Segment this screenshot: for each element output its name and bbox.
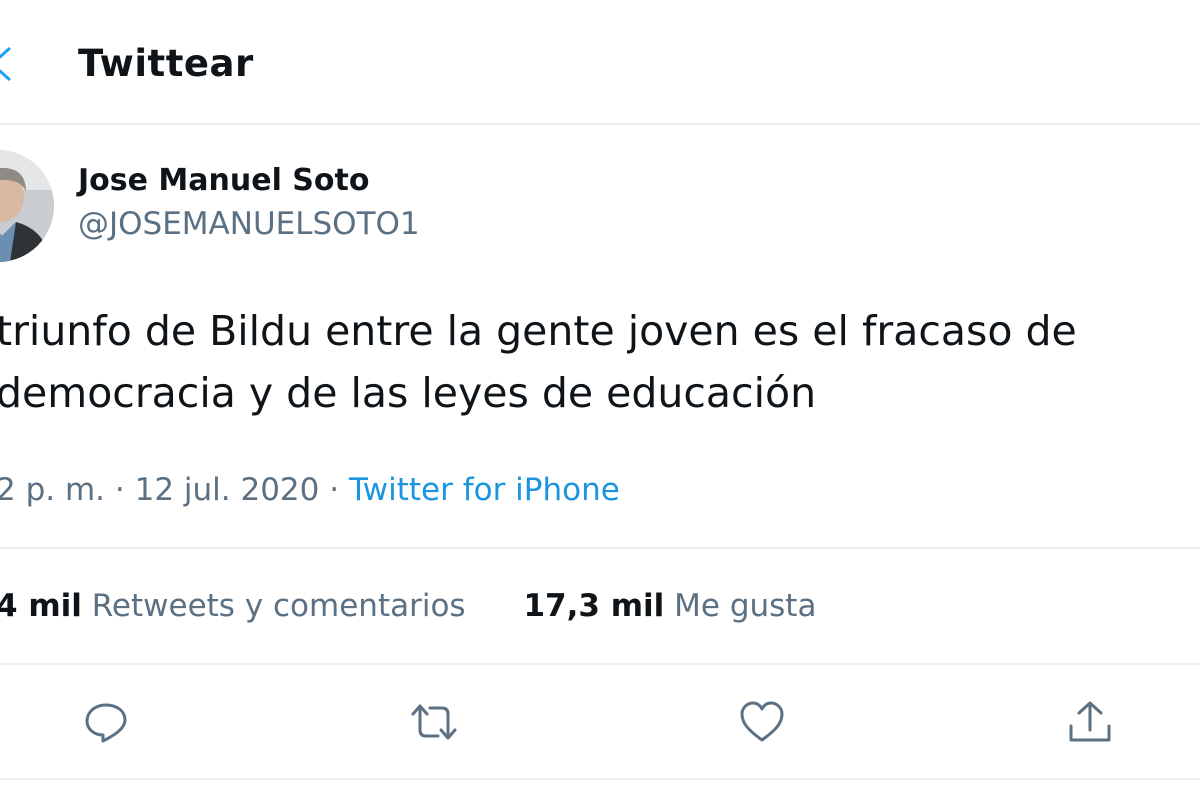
tweet-text-line: democracia y de las leyes de educación <box>0 369 817 417</box>
retweets-label: Retweets y comentarios <box>91 588 466 624</box>
back-arrow-icon[interactable] <box>0 44 14 84</box>
retweet-icon[interactable] <box>410 698 458 746</box>
tweet-page: Twittear Jose Manuel Soto @JOSEMANUELSOT… <box>0 0 1200 800</box>
like-icon[interactable] <box>738 698 786 746</box>
tweet-text-line: triunfo de Bildu entre la gente joven es… <box>0 307 1077 355</box>
share-icon[interactable] <box>1066 698 1114 746</box>
tweet-meta: 2 p. m. · 12 jul. 2020 · Twitter for iPh… <box>0 472 620 508</box>
tweet-date[interactable]: 12 jul. 2020 <box>135 472 320 508</box>
meta-divider <box>0 547 1200 549</box>
tweet-time[interactable]: 2 p. m. <box>0 472 105 508</box>
retweets-stat[interactable]: 4 mil Retweets y comentarios <box>0 588 466 624</box>
likes-count: 17,3 mil <box>523 588 665 624</box>
stats-divider <box>0 663 1200 665</box>
retweets-count: 4 mil <box>0 588 82 624</box>
likes-label: Me gusta <box>674 588 817 624</box>
page-title: Twittear <box>78 42 254 85</box>
reply-icon[interactable] <box>82 698 130 746</box>
header-divider <box>0 123 1200 125</box>
meta-separator: · <box>114 472 125 508</box>
meta-separator: · <box>329 472 340 508</box>
author-handle[interactable]: @JOSEMANUELSOTO1 <box>78 206 420 242</box>
author-name[interactable]: Jose Manuel Soto <box>78 163 369 198</box>
actions-divider <box>0 778 1200 780</box>
tweet-stats: 4 mil Retweets y comentarios 17,3 mil Me… <box>0 588 816 624</box>
likes-stat[interactable]: 17,3 mil Me gusta <box>523 588 816 624</box>
avatar[interactable] <box>0 150 54 262</box>
tweet-source-link[interactable]: Twitter for iPhone <box>349 472 620 508</box>
tweet-text: triunfo de Bildu entre la gente joven es… <box>0 300 1200 424</box>
